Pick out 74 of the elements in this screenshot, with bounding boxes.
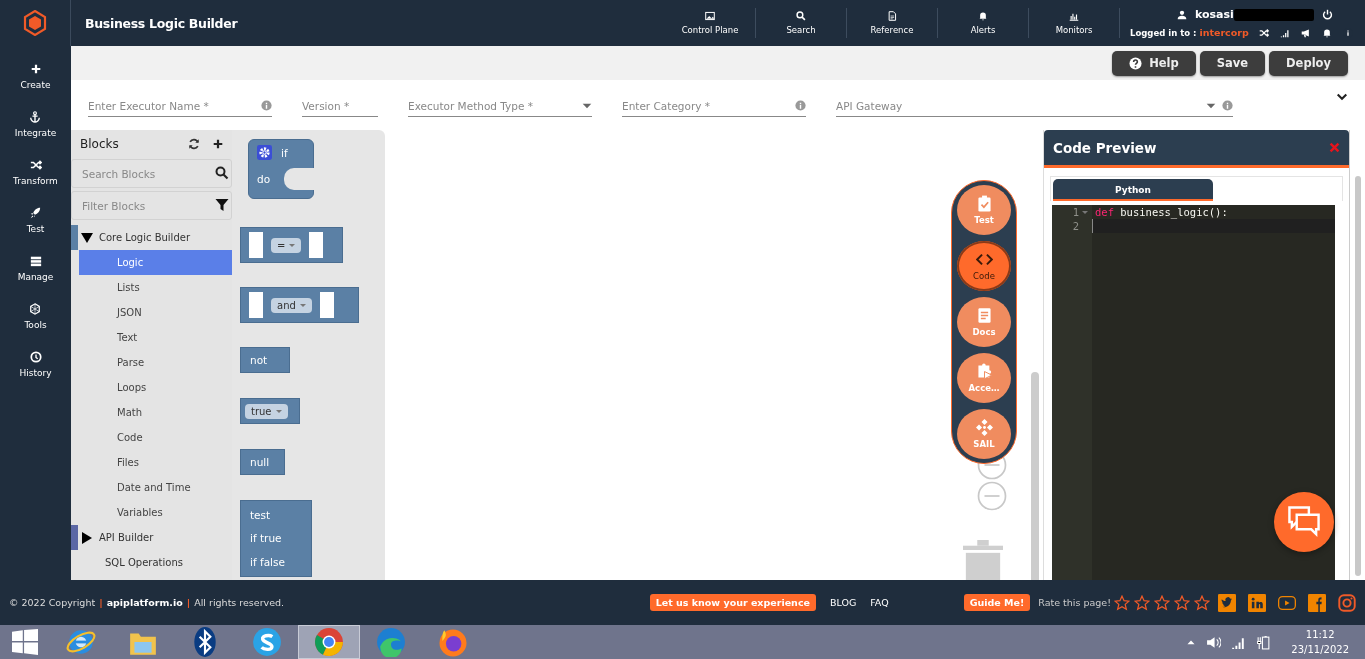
clock-time: 11:12 xyxy=(1305,628,1335,642)
tree-item[interactable]: Variables xyxy=(79,500,232,525)
block-label: if xyxy=(281,146,288,159)
search-field[interactable]: Search Blocks xyxy=(71,159,232,188)
text-field[interactable]: Enter Executor Name * xyxy=(88,96,255,115)
comparison-block[interactable]: and xyxy=(240,287,359,323)
block-label: null xyxy=(250,456,270,468)
app-title: Business Logic Builder xyxy=(85,15,239,31)
sidebar-item[interactable]: Tools xyxy=(24,303,47,333)
tree-item[interactable]: Text xyxy=(79,325,232,350)
sidebar-item[interactable]: Manage xyxy=(17,255,54,285)
rate-label: Rate this page! xyxy=(1038,597,1111,608)
tree-item[interactable]: Files xyxy=(79,450,232,475)
filter-field[interactable]: Filter Blocks xyxy=(71,191,232,220)
tree-item[interactable]: SQL Operations xyxy=(105,557,183,568)
line-number: 1 xyxy=(1072,206,1079,218)
separator: | xyxy=(186,597,191,608)
panel-title: Code Preview xyxy=(1053,139,1157,156)
null-block[interactable]: null xyxy=(240,449,285,475)
tree-item[interactable]: Code xyxy=(79,425,232,450)
tree-item[interactable]: Lists xyxy=(79,275,232,300)
sidebar-item[interactable]: Integrate xyxy=(14,111,57,141)
site-link[interactable]: apiplatform.io xyxy=(106,597,183,608)
action-button[interactable]: Help xyxy=(1112,50,1196,76)
block-label: test xyxy=(250,508,272,521)
ternary-block[interactable]: test if true if false xyxy=(240,500,312,577)
language-tab[interactable]: Python xyxy=(1053,179,1213,201)
action-button[interactable]: Deploy xyxy=(1269,50,1348,76)
nav-item[interactable]: Control Plane xyxy=(665,11,755,35)
separator: | xyxy=(99,597,103,608)
boolean-block[interactable]: true xyxy=(240,398,300,424)
panel-title: Blocks xyxy=(80,137,120,151)
tree-item[interactable]: JSON xyxy=(79,300,232,325)
footer-link[interactable]: BLOG xyxy=(829,597,857,608)
tree-item[interactable]: Parse xyxy=(79,350,232,375)
copyright-text: © 2022 Copyright xyxy=(9,597,96,608)
copyright-text: All rights reserved. xyxy=(194,597,285,608)
tree-item[interactable]: Loops xyxy=(79,375,232,400)
clock-date: 23/11/2022 xyxy=(1291,643,1349,657)
logged-in-label: Logged in to : intercorp xyxy=(1130,27,1249,38)
block-label: do xyxy=(257,173,271,185)
text-field[interactable]: Enter Category * xyxy=(622,96,789,115)
value-dropdown[interactable]: true xyxy=(245,403,288,419)
tree-item[interactable]: API Builder xyxy=(99,532,154,543)
user-name: kosasi xyxy=(1195,8,1234,21)
select-field[interactable]: Executor Method Type * xyxy=(408,96,576,115)
nav-item[interactable]: Monitors xyxy=(1029,11,1119,35)
tree-item[interactable]: Logic xyxy=(79,250,232,275)
operator-dropdown[interactable]: and xyxy=(271,297,312,313)
nav-item[interactable]: Reference xyxy=(847,11,937,35)
nav-item[interactable]: Alerts xyxy=(938,11,1028,35)
line-number: 2 xyxy=(1072,220,1079,232)
if-block[interactable]: if do xyxy=(248,139,314,199)
action-button[interactable]: Save xyxy=(1199,50,1266,76)
sidebar-item[interactable]: History xyxy=(19,351,52,381)
select-field[interactable]: API Gateway xyxy=(836,96,1200,115)
sidebar-item[interactable]: Create xyxy=(20,63,51,93)
comparison-block[interactable]: = xyxy=(240,227,343,263)
code-editor[interactable]: 1 2 def business_logic(): xyxy=(1052,205,1335,580)
block-label: if true xyxy=(250,532,283,545)
code-line: def business_logic(): xyxy=(1095,206,1228,218)
block-label: not xyxy=(250,354,268,366)
sidebar-item[interactable]: Test xyxy=(26,207,45,237)
tree-item[interactable]: Date and Time xyxy=(79,475,232,500)
tree-item[interactable]: Core Logic Builder xyxy=(99,232,190,243)
not-block[interactable]: not xyxy=(240,347,290,373)
text-field[interactable]: Version * xyxy=(302,96,378,115)
sidebar-item[interactable]: Transform xyxy=(13,159,58,189)
footer-link[interactable]: FAQ xyxy=(870,597,889,608)
operator-dropdown[interactable]: = xyxy=(271,237,302,253)
nav-item[interactable]: Search xyxy=(756,11,846,35)
tree-item[interactable]: Math xyxy=(79,400,232,425)
block-label: if false xyxy=(250,556,286,569)
tool-button[interactable]: Code xyxy=(957,241,1011,291)
